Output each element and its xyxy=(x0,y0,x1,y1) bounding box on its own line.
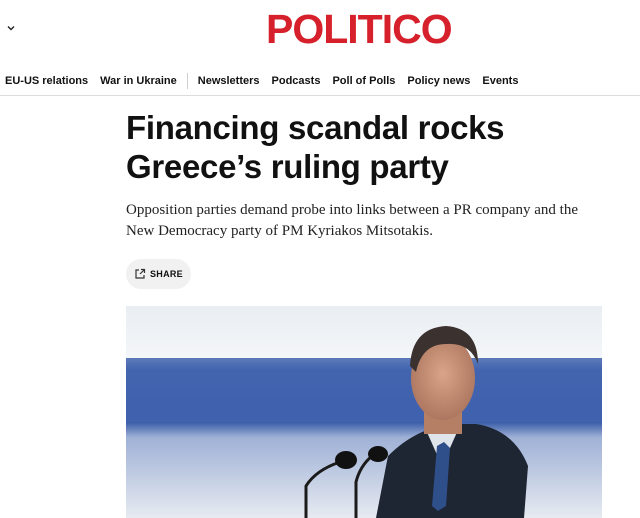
nav-topics: EU-US relations War in Ukraine xyxy=(0,66,183,95)
chevron-down-icon[interactable] xyxy=(5,22,17,34)
politico-logo[interactable]: POLITICO xyxy=(266,6,462,52)
nav-item-events[interactable]: Events xyxy=(476,75,524,87)
nav-item-war-in-ukraine[interactable]: War in Ukraine xyxy=(94,75,183,87)
share-button[interactable]: SHARE xyxy=(126,259,191,289)
share-icon xyxy=(135,268,146,279)
article-headline: Financing scandal rocks Greece’s ruling … xyxy=(126,109,505,185)
nav-sections: Newsletters Podcasts Poll of Polls Polic… xyxy=(192,66,525,95)
nav-divider xyxy=(186,72,188,89)
nav-item-policy-news[interactable]: Policy news xyxy=(401,75,476,87)
article-dek: Opposition parties demand probe into lin… xyxy=(126,202,578,239)
nav-item-newsletters[interactable]: Newsletters xyxy=(192,75,266,87)
nav-item-poll-of-polls[interactable]: Poll of Polls xyxy=(326,75,401,87)
article-hero-photo xyxy=(126,306,602,518)
main-nav: EU-US relations War in Ukraine Newslette… xyxy=(0,66,640,96)
nav-item-eu-us-relations[interactable]: EU-US relations xyxy=(0,75,94,87)
share-label: SHARE xyxy=(149,269,183,279)
nav-item-podcasts[interactable]: Podcasts xyxy=(266,75,327,87)
